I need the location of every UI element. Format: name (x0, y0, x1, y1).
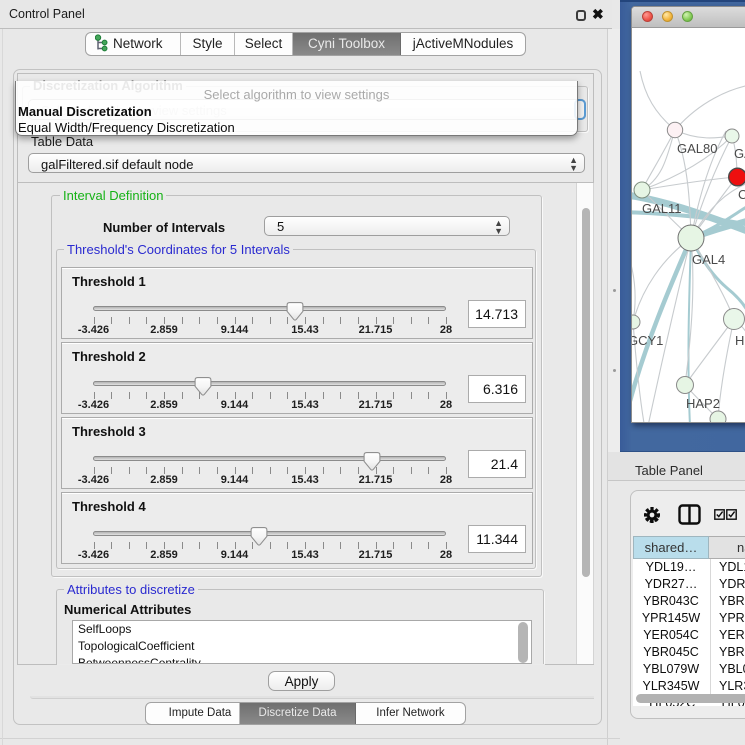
svg-text:H: H (735, 333, 744, 348)
svg-text:GCY1: GCY1 (632, 333, 663, 348)
svg-text:GAL4: GAL4 (692, 252, 725, 267)
svg-text:C: C (738, 187, 745, 202)
svg-text:GAL80: GAL80 (677, 141, 717, 156)
svg-text:GAL11: GAL11 (642, 201, 682, 216)
svg-text:HAP2: HAP2 (686, 396, 720, 411)
svg-text:GA: GA (734, 146, 745, 161)
